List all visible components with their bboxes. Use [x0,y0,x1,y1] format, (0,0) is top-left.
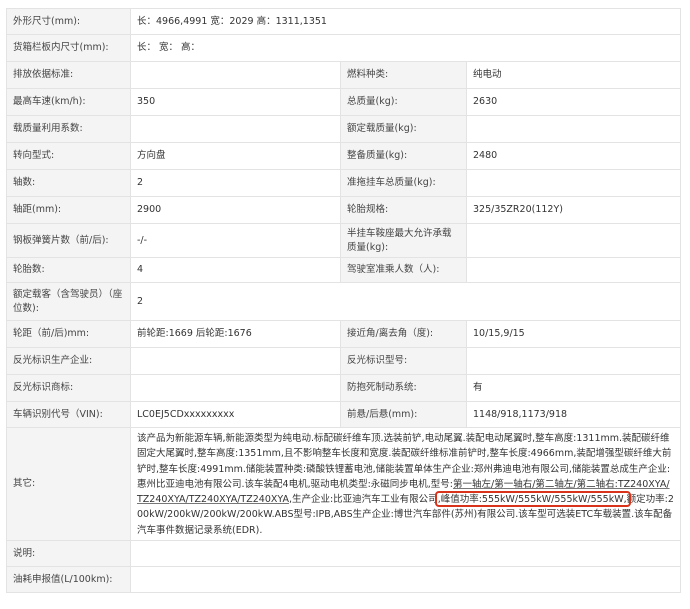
value-max-speed: 350 [130,88,341,116]
other-text-peak-power: ,峰值功率:555kW/555kW/555kW/555kW, [437,494,627,506]
value-other: 该产品为新能源车辆,新能源类型为纯电动.标配碳纤维车顶.选装前铲,电动尾翼.装配… [130,427,681,541]
value-exterior-dimensions: 长：4966,4991 宽：2029 高：1311,1351 [130,8,681,35]
label-fuel-consumption: 油耗申报值(L/100km): [6,566,131,593]
value-fuel-type: 纯电动 [466,61,681,89]
label-fuel-type: 燃料种类: [340,61,467,89]
label-gross-mass: 总质量(kg): [340,88,467,116]
value-notes [130,540,681,567]
label-exterior-dimensions: 外形尺寸(mm): [6,8,131,35]
label-reflector-maker: 反光标识生产企业: [6,347,131,375]
label-approach-departure: 接近角/离去角（度): [340,320,467,348]
table-row: 最高车速(km/h): 350 总质量(kg): 2630 [6,88,681,116]
value-wheelbase: 2900 [130,196,341,224]
value-gross-mass: 2630 [466,88,681,116]
label-axle-count: 轴数: [6,169,131,197]
value-tire-spec: 325/35ZR20(112Y) [466,196,681,224]
value-rated-passengers: 2 [130,282,681,321]
value-abs: 有 [466,374,681,402]
label-notes: 说明: [6,540,131,567]
value-fuel-consumption [130,566,681,593]
label-cab-occupants: 驾驶室准乘人数（人): [340,257,467,283]
label-rated-passengers: 额定载客（含驾驶员）（座位数): [6,282,131,321]
label-tire-spec: 轮胎规格: [340,196,467,224]
label-reflector-brand: 反光标识商标: [6,374,131,402]
label-vin: 车辆识别代号（VIN): [6,401,131,428]
value-overhang: 1148/918,1173/918 [466,401,681,428]
label-emission-standard: 排放依据标准: [6,61,131,89]
table-row: 反光标识商标: 防抱死制动系统: 有 [6,374,681,402]
label-leaf-springs: 钢板弹簧片数（前/后): [6,223,131,258]
table-row: 轴距(mm): 2900 轮胎规格: 325/35ZR20(112Y) [6,196,681,224]
other-text-mid: ,生产企业:比亚迪汽车工业有限公司 [288,494,438,506]
value-axle-count: 2 [130,169,341,197]
label-towing-mass: 准拖挂车总质量(kg): [340,169,467,197]
value-saddle-load [466,223,681,258]
table-row: 转向型式: 方向盘 整备质量(kg): 2480 [6,142,681,170]
label-saddle-load: 半挂车鞍座最大允许承载质量(kg): [340,223,467,258]
row-other: 其它: 该产品为新能源车辆,新能源类型为纯电动.标配碳纤维车顶.选装前铲,电动尾… [6,427,681,541]
value-leaf-springs: -/- [130,223,341,258]
label-tire-count: 轮胎数: [6,257,131,283]
vehicle-spec-table: 外形尺寸(mm): 长：4966,4991 宽：2029 高：1311,1351… [6,8,681,593]
value-load-utilization [130,115,341,143]
label-max-speed: 最高车速(km/h): [6,88,131,116]
label-other: 其它: [6,427,131,541]
label-rated-load: 额定载质量(kg): [340,115,467,143]
table-row: 车辆识别代号（VIN): LC0EJ5CDxxxxxxxxx 前悬/后悬(mm)… [6,401,681,428]
label-cargo-box-dimensions: 货箱栏板内尺寸(mm): [6,34,131,62]
value-towing-mass [466,169,681,197]
label-overhang: 前悬/后悬(mm): [340,401,467,428]
vehicle-spec-table-wrapper: 外形尺寸(mm): 长：4966,4991 宽：2029 高：1311,1351… [6,8,681,593]
table-row: 轴数: 2 准拖挂车总质量(kg): [6,169,681,197]
value-steering-type: 方向盘 [130,142,341,170]
value-reflector-maker [130,347,341,375]
label-reflector-model: 反光标识型号: [340,347,467,375]
row-notes: 说明: [6,540,681,567]
table-row: 钢板弹簧片数（前/后): -/- 半挂车鞍座最大允许承载质量(kg): [6,223,681,258]
row-exterior-dimensions: 外形尺寸(mm): 长：4966,4991 宽：2029 高：1311,1351 [6,8,681,35]
value-reflector-model [466,347,681,375]
value-reflector-brand [130,374,341,402]
value-approach-departure: 10/15,9/15 [466,320,681,348]
table-row: 轮胎数: 4 驾驶室准乘人数（人): [6,257,681,283]
peak-power-highlight: ,峰值功率:555kW/555kW/555kW/555kW, [434,491,631,508]
table-row: 反光标识生产企业: 反光标识型号: [6,347,681,375]
value-tire-count: 4 [130,257,341,283]
label-load-utilization: 载质量利用系数: [6,115,131,143]
value-cargo-box-dimensions: 长： 宽： 高： [130,34,681,62]
value-emission-standard [130,61,341,89]
table-row: 轮距（前/后)mm: 前轮距:1669 后轮距:1676 接近角/离去角（度):… [6,320,681,348]
label-abs: 防抱死制动系统: [340,374,467,402]
label-steering-type: 转向型式: [6,142,131,170]
row-fuel-consumption: 油耗申报值(L/100km): [6,566,681,593]
row-cargo-box-dimensions: 货箱栏板内尺寸(mm): 长： 宽： 高： [6,34,681,62]
value-curb-mass: 2480 [466,142,681,170]
value-cab-occupants [466,257,681,283]
value-vin: LC0EJ5CDxxxxxxxxx [130,401,341,428]
row-rated-passengers: 额定载客（含驾驶员）（座位数): 2 [6,282,681,321]
table-row: 排放依据标准: 燃料种类: 纯电动 [6,61,681,89]
table-row: 载质量利用系数: 额定载质量(kg): [6,115,681,143]
label-wheelbase: 轴距(mm): [6,196,131,224]
value-track-width: 前轮距:1669 后轮距:1676 [130,320,341,348]
label-track-width: 轮距（前/后)mm: [6,320,131,348]
label-curb-mass: 整备质量(kg): [340,142,467,170]
value-rated-load [466,115,681,143]
